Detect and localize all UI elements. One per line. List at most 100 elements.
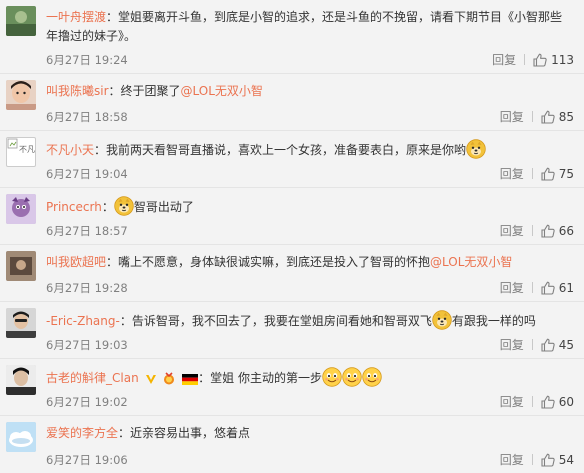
like-count: 113	[551, 52, 574, 67]
avatar[interactable]	[6, 6, 36, 36]
comment-item: -Eric-Zhang-：告诉智哥，我不回去了，我要在堂姐房间看她和智哥双飞 有跟…	[0, 302, 584, 359]
username[interactable]: 古老的斛律_Clan	[46, 371, 139, 385]
thumbs-up-icon	[541, 281, 555, 295]
avatar-image	[6, 308, 36, 338]
comment-body: Princecrh： 智哥出动了	[46, 196, 574, 217]
reply-button[interactable]: 回复	[500, 165, 524, 182]
like-count: 66	[558, 223, 574, 238]
divider	[524, 54, 526, 65]
comment-body: 不凡小天：我前两天看智哥直播说，喜欢上一个女孩，准备要表白，原来是你哟	[46, 139, 574, 160]
comment-text: 智哥出动了	[133, 200, 194, 214]
like-button[interactable]: 60	[541, 395, 574, 409]
avatar-image	[6, 80, 36, 110]
username[interactable]: -Eric-Zhang-	[46, 314, 120, 328]
comment-text: ：堂姐要离开斗鱼，到底是小智的追求，还是斗鱼的不挽留，请看下期节目《小智那些年撸…	[46, 10, 563, 43]
username[interactable]: 叫我欧超吧	[46, 255, 106, 269]
comment-body: 叫我欧超吧：嘴上不愿意，身体缺很诚实嘛，到底还是投入了智哥的怀抱@LOL无双小智	[46, 253, 574, 272]
comment-text: ：近亲容易出事，悠着点	[118, 426, 251, 440]
comment-item: 爱笑的李方全：近亲容易出事，悠着点 6月27日 19:06 回复 54	[0, 416, 584, 473]
divider	[531, 111, 533, 122]
avatar[interactable]	[6, 422, 36, 452]
comment-text: ：我前两天看智哥直播说，喜欢上一个女孩，准备要表白，原来是你哟	[94, 143, 467, 157]
like-button[interactable]: 54	[541, 453, 574, 467]
reply-button[interactable]: 回复	[500, 108, 524, 125]
like-button[interactable]: 61	[541, 281, 574, 295]
like-count: 45	[558, 337, 574, 352]
smile-emoji-icon	[322, 367, 342, 387]
comment-actions: 回复 66	[500, 222, 574, 239]
comment-actions: 回复 45	[500, 336, 574, 353]
comment-body: 一叶舟摆渡：堂姐要离开斗鱼，到底是小智的追求，还是斗鱼的不挽留，请看下期节目《小…	[46, 8, 574, 46]
comment-item: 叫我欧超吧：嘴上不愿意，身体缺很诚实嘛，到底还是投入了智哥的怀抱@LOL无双小智…	[0, 245, 584, 302]
avatar[interactable]	[6, 194, 36, 224]
smile-emoji-icon	[362, 367, 382, 387]
comment-text: ：嘴上不愿意，身体缺很诚实嘛，到底还是投入了智哥的怀抱	[106, 255, 431, 269]
like-button[interactable]: 75	[541, 167, 574, 181]
comment-actions: 回复 85	[500, 108, 574, 125]
avatar-image	[6, 251, 36, 281]
username[interactable]: 一叶舟摆渡	[46, 10, 106, 24]
like-button[interactable]: 45	[541, 338, 574, 352]
avatar-image	[6, 194, 36, 224]
username[interactable]: 叫我陈曦sir	[46, 84, 109, 98]
comment-item: 不凡 不凡小天：我前两天看智哥直播说，喜欢上一个女孩，准备要表白，原来是你哟 6…	[0, 131, 584, 188]
reply-button[interactable]: 回复	[500, 393, 524, 410]
doge-emoji-icon	[466, 139, 486, 159]
comment-actions: 回复 113	[492, 51, 574, 68]
avatar[interactable]	[6, 308, 36, 338]
avatar[interactable]	[6, 365, 36, 395]
medal-icon[interactable]	[162, 372, 176, 385]
thumbs-up-icon	[541, 338, 555, 352]
thumbs-up-icon	[541, 110, 555, 124]
comment-text: ：堂姐 你主动的第一步	[198, 371, 322, 385]
like-count: 60	[558, 394, 574, 409]
thumbs-up-icon	[533, 53, 547, 67]
comment-actions: 回复 54	[500, 451, 574, 468]
avatar[interactable]	[6, 80, 36, 110]
divider	[531, 454, 533, 465]
avatar-alt-text: 不凡	[19, 145, 35, 154]
mention-link[interactable]: @LOL无双小智	[430, 255, 512, 269]
comment-actions: 回复 75	[500, 165, 574, 182]
like-button[interactable]: 113	[533, 53, 574, 67]
timestamp: 6月27日 19:04	[46, 167, 128, 181]
comment-item: 古老的斛律_Clan ：堂姐 你主动的第一步 6月27日 19:02 回复 60	[0, 359, 584, 416]
vip-badge-icon[interactable]	[145, 373, 157, 385]
avatar[interactable]: 不凡	[6, 137, 36, 167]
thumbs-up-icon	[541, 167, 555, 181]
divider	[531, 396, 533, 407]
timestamp: 6月27日 19:06	[46, 453, 128, 467]
thumbs-up-icon	[541, 395, 555, 409]
timestamp: 6月27日 18:58	[46, 110, 128, 124]
smile-emoji-icon	[342, 367, 362, 387]
comment-text-suffix: 有跟我一样的吗	[451, 314, 536, 328]
mention-link[interactable]: @LOL无双小智	[181, 84, 263, 98]
comment-body: 古老的斛律_Clan ：堂姐 你主动的第一步	[46, 367, 574, 388]
comment-actions: 回复 61	[500, 279, 574, 296]
timestamp: 6月27日 18:57	[46, 224, 128, 238]
thumbs-up-icon	[541, 453, 555, 467]
reply-button[interactable]: 回复	[500, 222, 524, 239]
comment-item: 一叶舟摆渡：堂姐要离开斗鱼，到底是小智的追求，还是斗鱼的不挽留，请看下期节目《小…	[0, 0, 584, 74]
username[interactable]: Princecrh	[46, 200, 102, 214]
avatar-image	[6, 365, 36, 395]
timestamp: 6月27日 19:02	[46, 395, 128, 409]
reply-button[interactable]: 回复	[492, 51, 516, 68]
like-count: 75	[558, 166, 574, 181]
username[interactable]: 不凡小天	[46, 143, 94, 157]
timestamp: 6月27日 19:28	[46, 281, 128, 295]
like-button[interactable]: 85	[541, 110, 574, 124]
reply-button[interactable]: 回复	[500, 336, 524, 353]
reply-button[interactable]: 回复	[500, 279, 524, 296]
timestamp: 6月27日 19:24	[46, 53, 128, 67]
timestamp: 6月27日 19:03	[46, 338, 128, 352]
comment-text: ：终于团聚了	[108, 84, 181, 98]
comment-body: 叫我陈曦sir：终于团聚了@LOL无双小智	[46, 82, 574, 101]
reply-button[interactable]: 回复	[500, 451, 524, 468]
username[interactable]: 爱笑的李方全	[46, 426, 118, 440]
comment-body: -Eric-Zhang-：告诉智哥，我不回去了，我要在堂姐房间看她和智哥双飞 有跟…	[46, 310, 574, 331]
like-button[interactable]: 66	[541, 224, 574, 238]
avatar[interactable]	[6, 251, 36, 281]
divider	[531, 225, 533, 236]
comment-actions: 回复 60	[500, 393, 574, 410]
